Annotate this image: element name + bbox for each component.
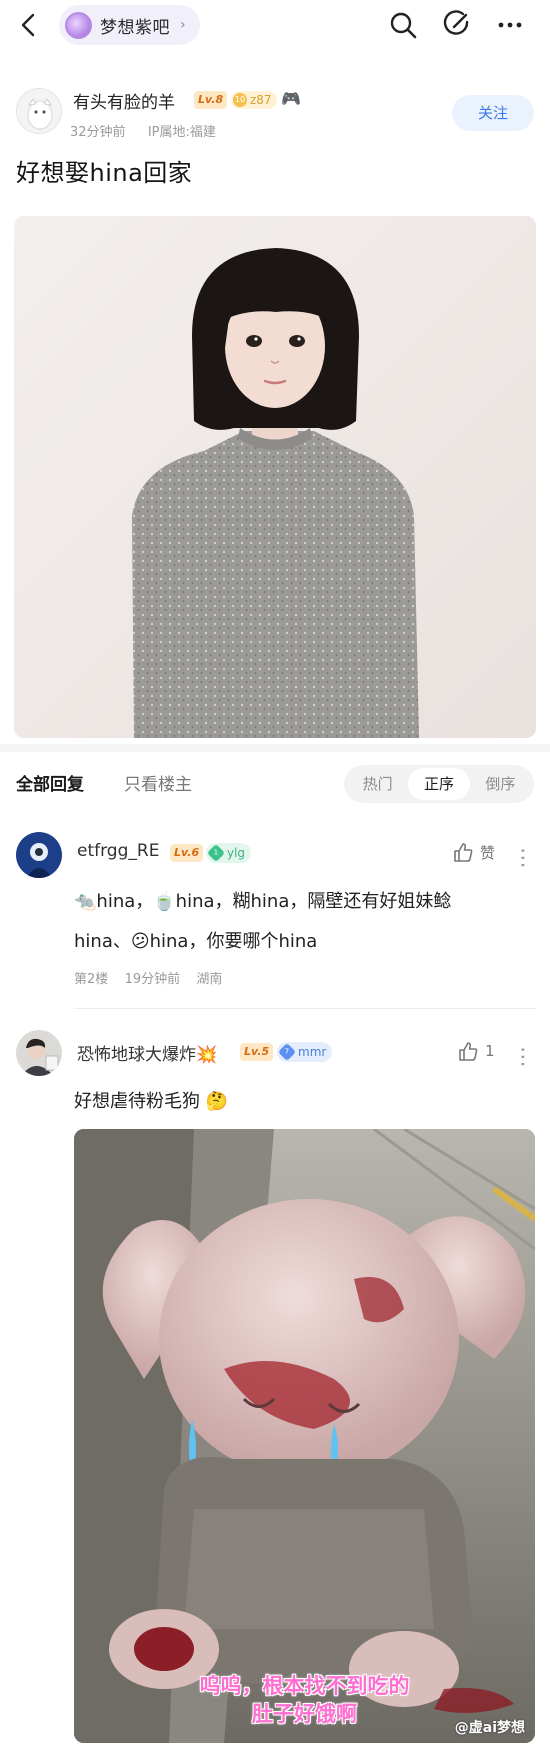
author-emoji-icon: 🎮 bbox=[281, 89, 301, 108]
author-avatar[interactable] bbox=[16, 88, 62, 134]
author-gold-badge: 10 z87 bbox=[231, 91, 277, 109]
sort-ascending[interactable]: 正序 bbox=[408, 768, 470, 800]
comment-floor: 第2楼 bbox=[74, 972, 109, 987]
like-button[interactable]: 赞 bbox=[452, 841, 495, 863]
author-meta: 32分钟前 IP属地:福建 bbox=[70, 121, 216, 140]
commenter-avatar[interactable] bbox=[16, 1030, 62, 1076]
commenter-level-badge: Lv.5 bbox=[240, 1043, 274, 1061]
more-icon[interactable] bbox=[495, 10, 525, 40]
sort-descending[interactable]: 倒序 bbox=[470, 768, 531, 800]
follow-button[interactable]: 关注 bbox=[452, 95, 534, 131]
comment-text-line1: 🐀hina，🍵hina，糊hina，隔壁还有好姐妹鲶 bbox=[74, 891, 452, 912]
sort-toggle: 热门 正序 倒序 bbox=[344, 765, 534, 803]
comment-divider bbox=[74, 1008, 536, 1009]
like-button[interactable]: 1 bbox=[457, 1040, 495, 1062]
top-bar: 梦想紫吧 › bbox=[0, 0, 550, 50]
comment-time: 19分钟前 bbox=[124, 972, 181, 987]
author-name[interactable]: 有头有脸的羊 bbox=[73, 88, 175, 113]
commenter-name[interactable]: etfrgg_RE bbox=[77, 841, 159, 861]
search-icon[interactable] bbox=[388, 10, 418, 40]
post-title: 好想娶hina回家 bbox=[16, 159, 193, 187]
tab-only-op[interactable]: 只看楼主 bbox=[124, 770, 192, 795]
comment-photo[interactable]: 呜呜，根本找不到吃的 肚子好饿啊 @虚ai梦想 bbox=[74, 1129, 535, 1743]
commenter-level-badge: Lv.6 bbox=[170, 844, 204, 862]
post-ip: IP属地:福建 bbox=[147, 125, 216, 140]
forum-name: 梦想紫吧 bbox=[100, 17, 170, 38]
comment-more-icon[interactable]: ⋯ bbox=[510, 847, 535, 869]
sort-hot[interactable]: 热门 bbox=[347, 768, 408, 800]
back-icon[interactable] bbox=[14, 10, 44, 40]
tag-text: ylg bbox=[227, 846, 246, 860]
comment-text-line2: hina、😕hina，你要哪个hina bbox=[74, 931, 318, 952]
gold-crown-icon: 10 bbox=[233, 93, 247, 107]
post-photo[interactable] bbox=[14, 216, 536, 738]
comment-meta: 第2楼 19分钟前 湖南 bbox=[74, 968, 222, 987]
commenter-tag: 1 ylg bbox=[206, 843, 252, 863]
like-count: 1 bbox=[485, 1042, 495, 1060]
commenter-tag: 7 mmr bbox=[277, 1042, 333, 1062]
forum-pill[interactable]: 梦想紫吧 › bbox=[59, 5, 200, 45]
edit-icon[interactable] bbox=[441, 10, 471, 40]
gold-value: z87 bbox=[250, 93, 272, 107]
chevron-right-icon: › bbox=[180, 17, 186, 33]
comment-text: 好想虐待粉毛狗 🤔 bbox=[74, 1091, 229, 1112]
like-label: 赞 bbox=[480, 843, 496, 862]
tab-all-replies[interactable]: 全部回复 bbox=[16, 770, 84, 795]
forum-avatar-icon bbox=[65, 11, 92, 39]
commenter-name[interactable]: 恐怖地球大爆炸💥 bbox=[77, 1040, 217, 1065]
section-divider bbox=[0, 744, 550, 752]
tag-text: mmr bbox=[298, 1045, 327, 1059]
thumbs-up-icon bbox=[454, 843, 473, 862]
commenter-avatar[interactable] bbox=[16, 832, 62, 878]
author-level-badge: Lv.8 bbox=[194, 91, 228, 109]
photo-watermark: @虚ai梦想 bbox=[454, 1720, 525, 1736]
gem-icon: 1 bbox=[206, 843, 226, 863]
comment-more-icon[interactable]: ⋯ bbox=[510, 1046, 535, 1068]
gem-icon: 7 bbox=[277, 1042, 297, 1062]
thumbs-up-icon bbox=[459, 1042, 478, 1061]
comment-location: 湖南 bbox=[196, 972, 223, 987]
photo-caption-line1: 呜呜，根本找不到吃的 bbox=[199, 1674, 410, 1698]
post-time: 32分钟前 bbox=[70, 125, 126, 140]
